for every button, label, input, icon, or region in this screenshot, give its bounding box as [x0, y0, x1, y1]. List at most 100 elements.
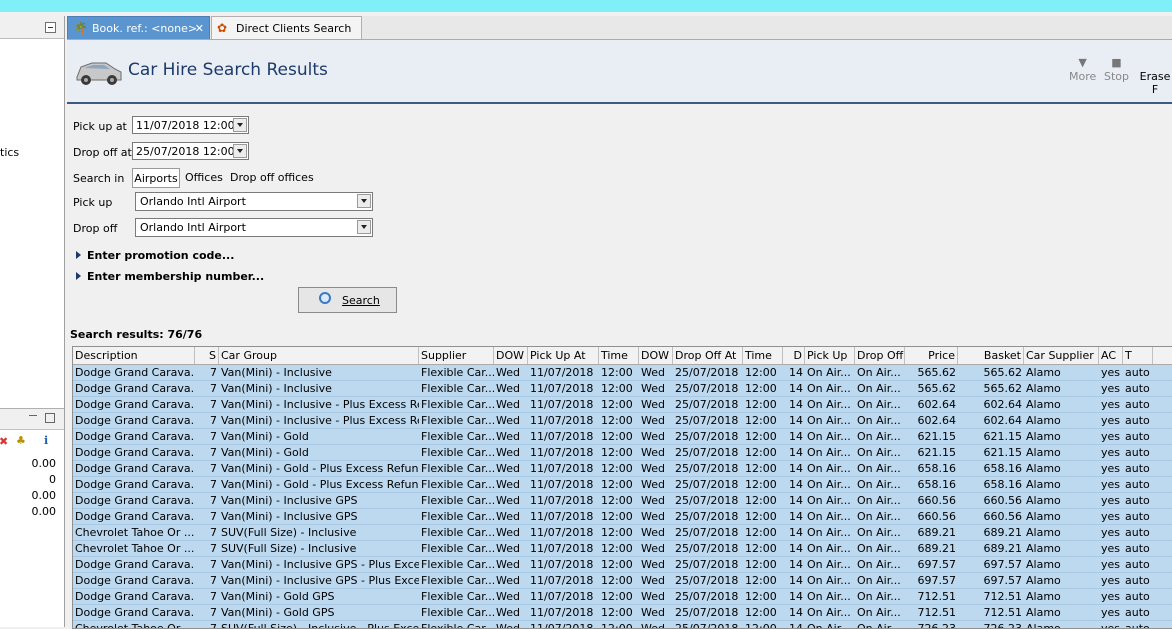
cell-car-supplier: Alamo [1026, 622, 1061, 629]
search-in-drop-off-offices[interactable]: Drop off offices [230, 168, 314, 188]
cell-car-group: Van(Mini) - Gold - Plus Excess Refund [221, 478, 419, 491]
column-header-dropoff-dow[interactable]: DOW [639, 347, 673, 364]
cell-car-group: Van(Mini) - Inclusive GPS - Plus Exces..… [221, 574, 419, 587]
search-in-offices[interactable]: Offices [185, 168, 223, 188]
lower-panel-header [0, 409, 64, 430]
column-header-ac[interactable]: AC [1099, 347, 1123, 364]
tab-direct-clients-search[interactable]: ✿ Direct Clients Search [211, 16, 362, 39]
column-header-dropoff-location[interactable]: Drop Off [855, 347, 905, 364]
cell-pickup-time: 12:00 [601, 590, 633, 603]
maximize-icon[interactable] [45, 413, 55, 423]
amount-value: 0.00 [31, 489, 57, 502]
cell-pickup-date: 11/07/2018 [530, 558, 594, 571]
column-header-pickup-location[interactable]: Pick Up [805, 347, 855, 364]
dropdown-arrow-icon[interactable] [233, 144, 247, 158]
cell-basket: 712.51 [983, 606, 1023, 619]
pickup-at-value: 11/07/2018 12:00 [136, 119, 235, 132]
dropoff-select[interactable]: Orlando Intl Airport [135, 218, 373, 237]
pickup-at-field[interactable]: 11/07/2018 12:00 [132, 116, 249, 134]
pickup-value: Orlando Intl Airport [140, 195, 246, 208]
cell-dropoff-time: 12:00 [745, 622, 777, 629]
minimize-icon[interactable] [29, 415, 37, 416]
table-row[interactable]: Chevrolet Tahoe Or ... 7 SUV(Full Size) - … [73, 525, 1172, 541]
more-button[interactable]: ▼ More [1069, 56, 1096, 83]
cell-pickup-location: On Air... [807, 366, 851, 379]
left-panel-text: tics [0, 146, 20, 159]
erase-button[interactable]: Erase F [1138, 70, 1172, 96]
cell-dropoff-dow: Wed [641, 382, 665, 395]
cell-pickup-date: 11/07/2018 [530, 382, 594, 395]
cell-car-supplier: Alamo [1026, 478, 1061, 491]
table-row[interactable]: Dodge Grand Carava... 7 Van(Mini) - Gold G… [73, 589, 1172, 605]
table-row[interactable]: Dodge Grand Carava... 7 Van(Mini) - Gold Fl… [73, 445, 1172, 461]
cell-supplier: Flexible Car... [421, 558, 494, 571]
tab-booking[interactable]: 🌴 Book. ref.: <none> ✕ [67, 16, 210, 39]
cell-ac: yes [1101, 526, 1121, 539]
cell-dropoff-date: 25/07/2018 [675, 494, 739, 507]
cell-dropoff-dow: Wed [641, 558, 665, 571]
table-row[interactable]: Dodge Grand Carava... 7 Van(Mini) - Gold -… [73, 477, 1172, 493]
table-row[interactable]: Dodge Grand Carava... 7 Van(Mini) - Inclus… [73, 413, 1172, 429]
column-header-seats[interactable]: S [195, 347, 219, 364]
table-row[interactable]: Dodge Grand Carava... 7 Van(Mini) - Inclus… [73, 381, 1172, 397]
table-row[interactable]: Chevrolet Tahoe Or ... 7 SUV(Full Size) - … [73, 541, 1172, 557]
table-row[interactable]: Dodge Grand Carava... 7 Van(Mini) - Inclus… [73, 509, 1172, 525]
table-row[interactable]: Dodge Grand Carava... 7 Van(Mini) - Inclus… [73, 365, 1172, 381]
stop-label: Stop [1104, 70, 1130, 83]
table-row[interactable]: Dodge Grand Carava... 7 Van(Mini) - Gold G… [73, 605, 1172, 621]
column-header-dropoff-time[interactable]: Time [743, 347, 783, 364]
table-row[interactable]: Dodge Grand Carava... 7 Van(Mini) - Inclus… [73, 397, 1172, 413]
column-header-pickup-time[interactable]: Time [599, 347, 639, 364]
cell-dropoff-time: 12:00 [745, 542, 777, 555]
table-row[interactable]: Dodge Grand Carava... 7 Van(Mini) - Inclus… [73, 573, 1172, 589]
table-row[interactable]: Dodge Grand Carava... 7 Van(Mini) - Inclus… [73, 493, 1172, 509]
column-header-car-group[interactable]: Car Group [219, 347, 419, 364]
dropoff-at-field[interactable]: 25/07/2018 12:00 [132, 142, 249, 160]
close-icon[interactable]: ✕ [195, 17, 204, 40]
column-header-pickup-dow[interactable]: DOW [494, 347, 528, 364]
column-header-supplier[interactable]: Supplier [419, 347, 494, 364]
minimize-icon[interactable] [45, 22, 56, 33]
table-row[interactable]: Chevrolet Tahoe Or ... 7 SUV(Full Size) - … [73, 621, 1172, 629]
column-header-transmission[interactable]: T [1123, 347, 1153, 364]
stop-button[interactable]: ■ Stop [1104, 56, 1129, 83]
info-icon[interactable]: i [44, 434, 48, 447]
results-table[interactable]: Description S Car Group Supplier DOW Pick Up … [72, 346, 1172, 629]
cell-pickup-date: 11/07/2018 [530, 366, 594, 379]
cell-price: 621.15 [917, 430, 957, 443]
dropdown-arrow-icon[interactable] [357, 220, 371, 234]
cell-basket: 712.51 [983, 590, 1023, 603]
erase-label: Erase F [1139, 70, 1171, 96]
cell-dropoff-date: 25/07/2018 [675, 382, 739, 395]
column-header-description[interactable]: Description [73, 347, 195, 364]
column-header-car-supplier[interactable]: Car Supplier [1024, 347, 1099, 364]
promotion-code-expander[interactable]: Enter promotion code... [76, 249, 234, 262]
cell-basket: 658.16 [983, 462, 1023, 475]
cell-car-group: Van(Mini) - Gold - Plus Excess Refund [221, 462, 419, 475]
column-header-days[interactable]: D [783, 347, 805, 364]
cell-dropoff-time: 12:00 [745, 494, 777, 507]
delete-icon[interactable]: ✖ [0, 435, 8, 448]
cell-supplier: Flexible Car... [421, 542, 494, 555]
palm-tree-icon[interactable]: ♣ [16, 434, 26, 447]
search-button[interactable]: Search [298, 287, 397, 313]
column-header-basket[interactable]: Basket [958, 347, 1024, 364]
cell-dropoff-location: On Air... [857, 446, 901, 459]
pickup-select[interactable]: Orlando Intl Airport [135, 192, 373, 211]
cell-pickup-time: 12:00 [601, 366, 633, 379]
cell-pickup-location: On Air... [807, 542, 851, 555]
dropdown-arrow-icon[interactable] [233, 118, 247, 132]
cell-description: Dodge Grand Carava... [75, 606, 195, 619]
search-in-airports[interactable]: Airports [132, 168, 180, 188]
table-row[interactable]: Dodge Grand Carava... 7 Van(Mini) - Gold Fl… [73, 429, 1172, 445]
table-row[interactable]: Dodge Grand Carava... 7 Van(Mini) - Inclus… [73, 557, 1172, 573]
table-row[interactable]: Dodge Grand Carava... 7 Van(Mini) - Gold -… [73, 461, 1172, 477]
column-header-dropoff-date[interactable]: Drop Off At [673, 347, 743, 364]
dropdown-arrow-icon[interactable] [357, 194, 371, 208]
column-header-price[interactable]: Price [905, 347, 958, 364]
cell-supplier: Flexible Car... [421, 622, 494, 629]
cell-transmission: auto [1125, 526, 1150, 539]
cell-pickup-date: 11/07/2018 [530, 446, 594, 459]
column-header-pickup-date[interactable]: Pick Up At [528, 347, 599, 364]
membership-number-expander[interactable]: Enter membership number... [76, 270, 264, 283]
